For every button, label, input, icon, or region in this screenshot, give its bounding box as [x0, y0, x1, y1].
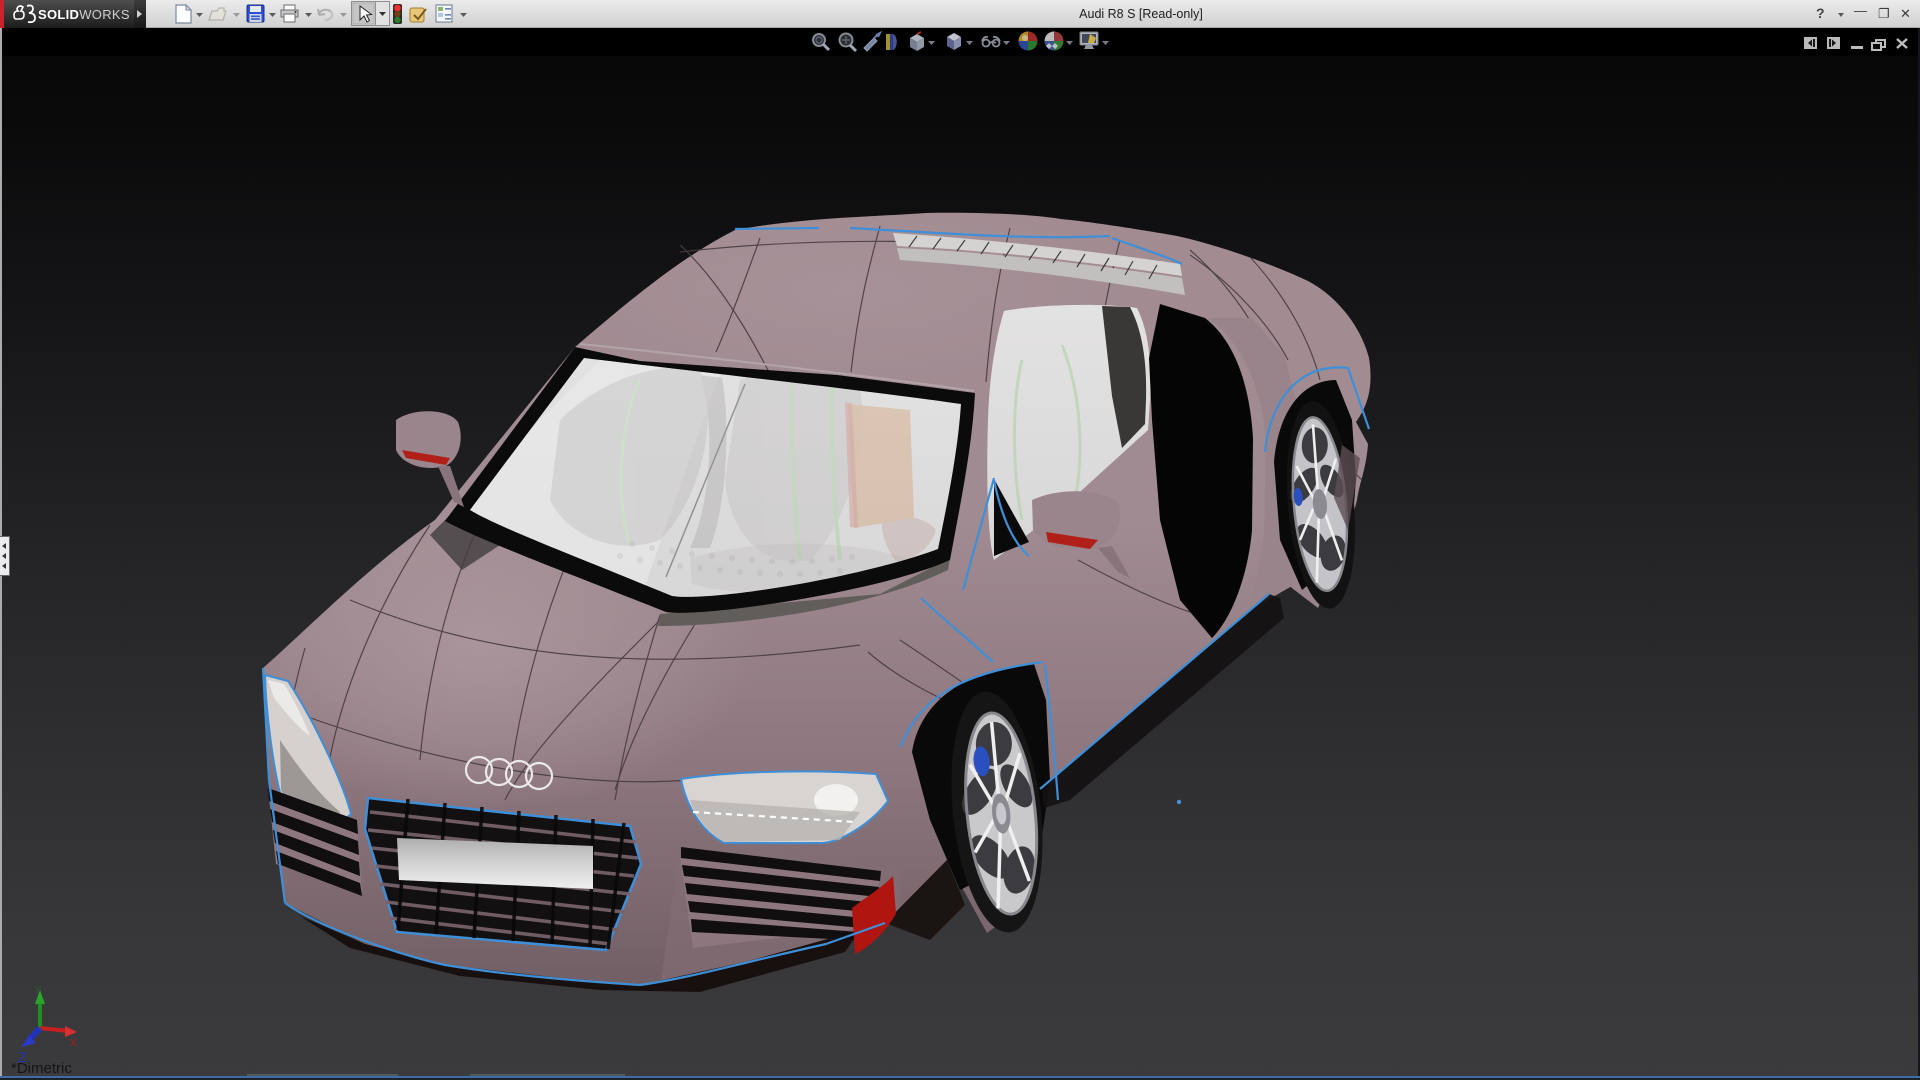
- svg-text:x: x: [70, 1034, 77, 1049]
- svg-text:Y: Y: [34, 983, 42, 997]
